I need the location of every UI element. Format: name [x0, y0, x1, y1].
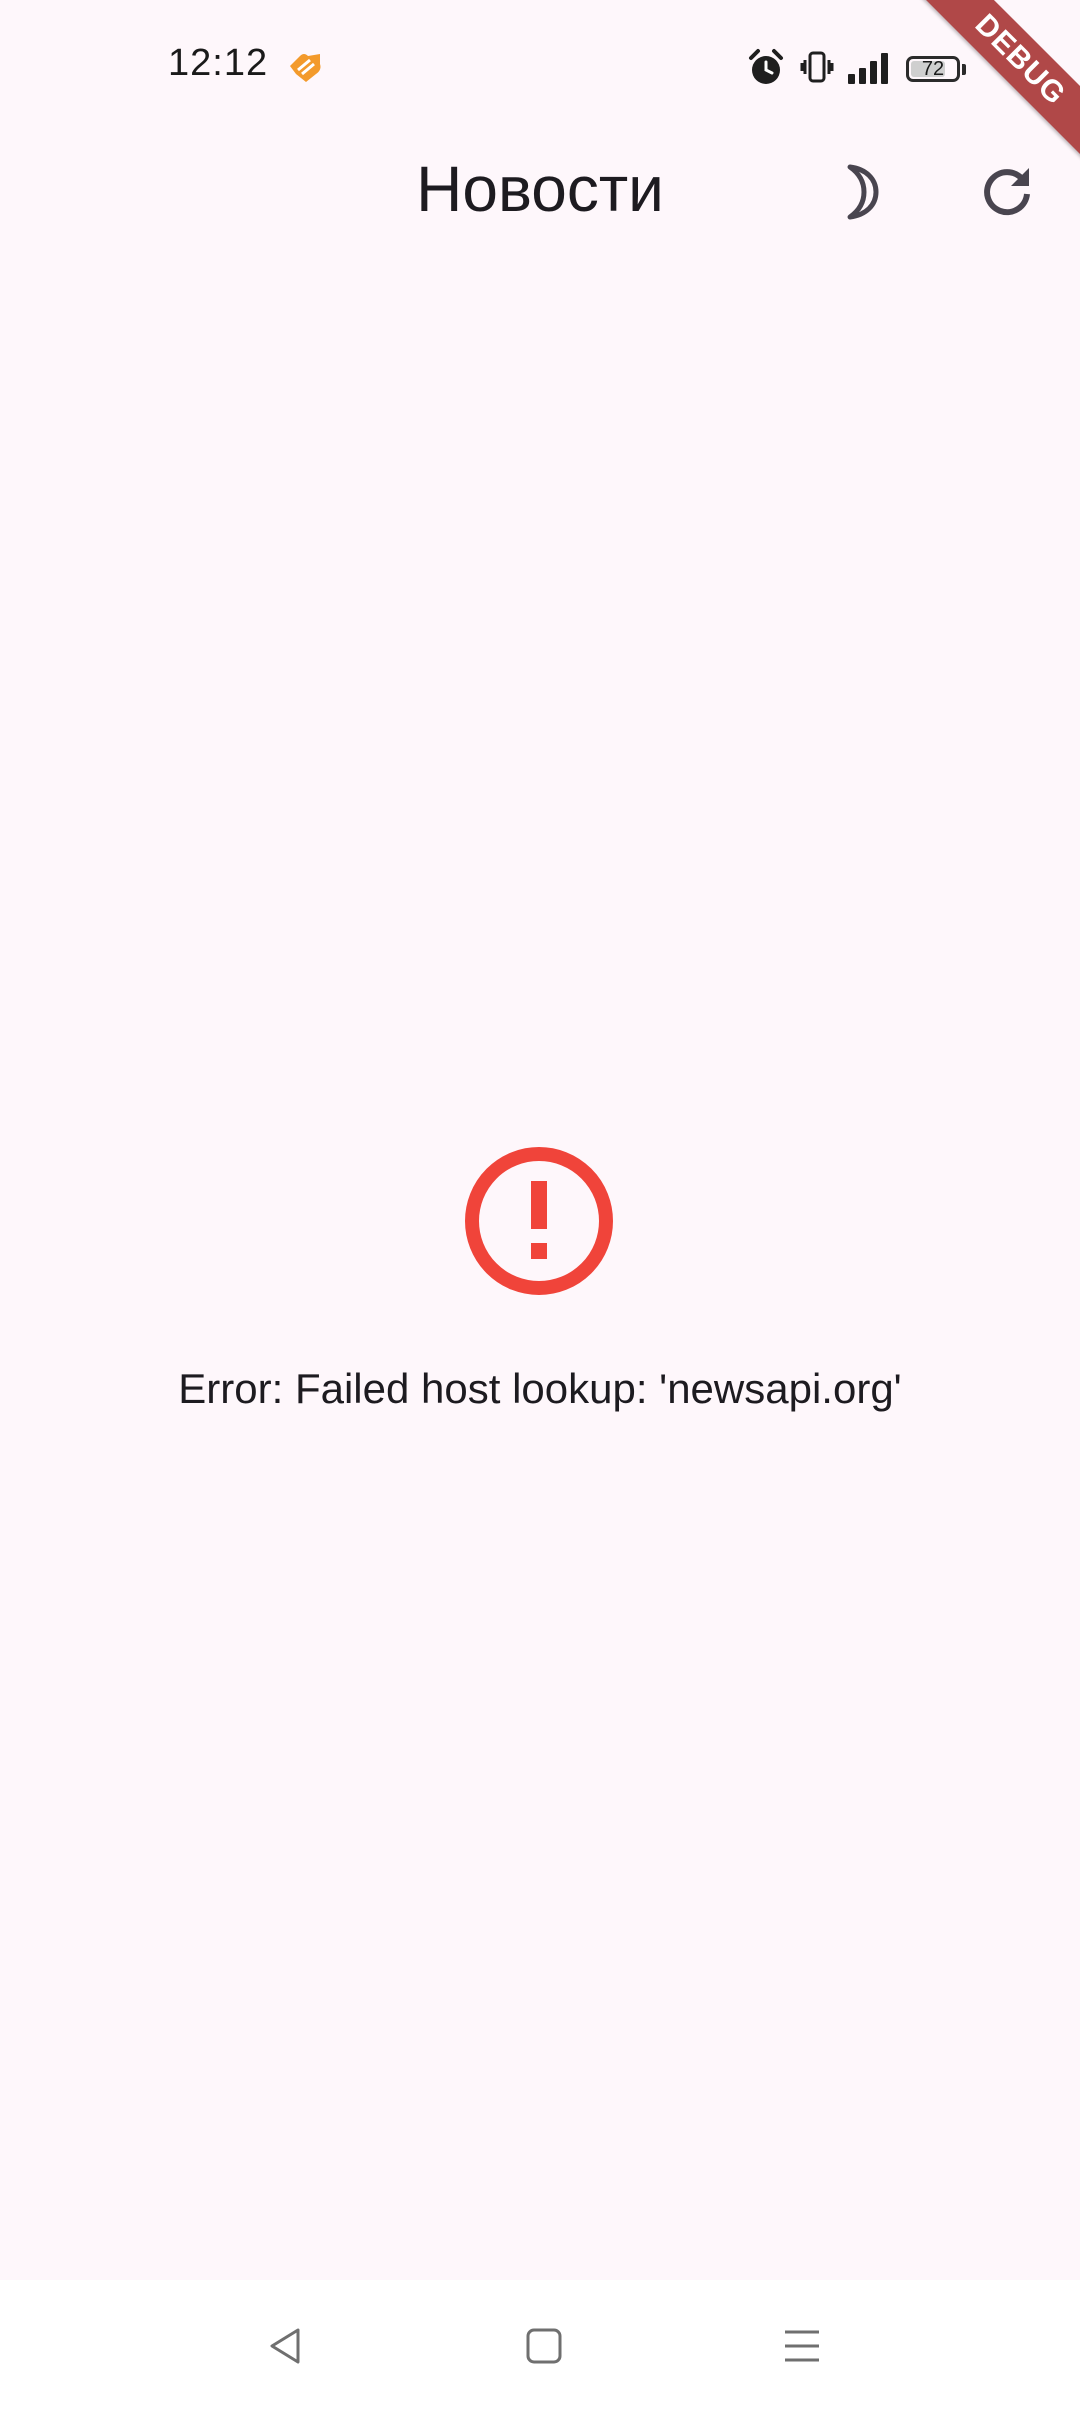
status-bar: 12:12 72: [0, 0, 1080, 140]
error-message: Error: Failed host lookup: 'newsapi.org': [178, 1365, 902, 1412]
refresh-icon: [984, 168, 1030, 216]
nav-recents-button[interactable]: [760, 2304, 844, 2388]
status-time: 12:12: [168, 42, 269, 84]
alarm-icon: [749, 49, 783, 84]
nav-home-button[interactable]: [502, 2304, 586, 2388]
app-bar: Новости: [0, 140, 1080, 244]
signal-icon: [848, 53, 888, 84]
error-outline-icon: [465, 1147, 613, 1295]
recents-menu-icon: [785, 2330, 819, 2362]
nav-back-button[interactable]: [244, 2304, 328, 2388]
battery-icon: 72: [906, 56, 960, 82]
refresh-button[interactable]: [955, 140, 1059, 244]
screen: 12:12 72 DEBUG Новости Error: Failed hos…: [0, 0, 1080, 2412]
vibrate-icon: [800, 51, 834, 83]
orange-app-notification-icon: [290, 54, 321, 82]
system-navigation-bar: [0, 2280, 1080, 2412]
page-title: Новости: [416, 153, 664, 225]
home-square-icon: [526, 2328, 562, 2364]
battery-level: 72: [921, 58, 945, 80]
back-triangle-icon: [270, 2328, 300, 2364]
theme-toggle-button[interactable]: [808, 140, 912, 244]
dark-mode-moon-icon: [847, 164, 879, 220]
